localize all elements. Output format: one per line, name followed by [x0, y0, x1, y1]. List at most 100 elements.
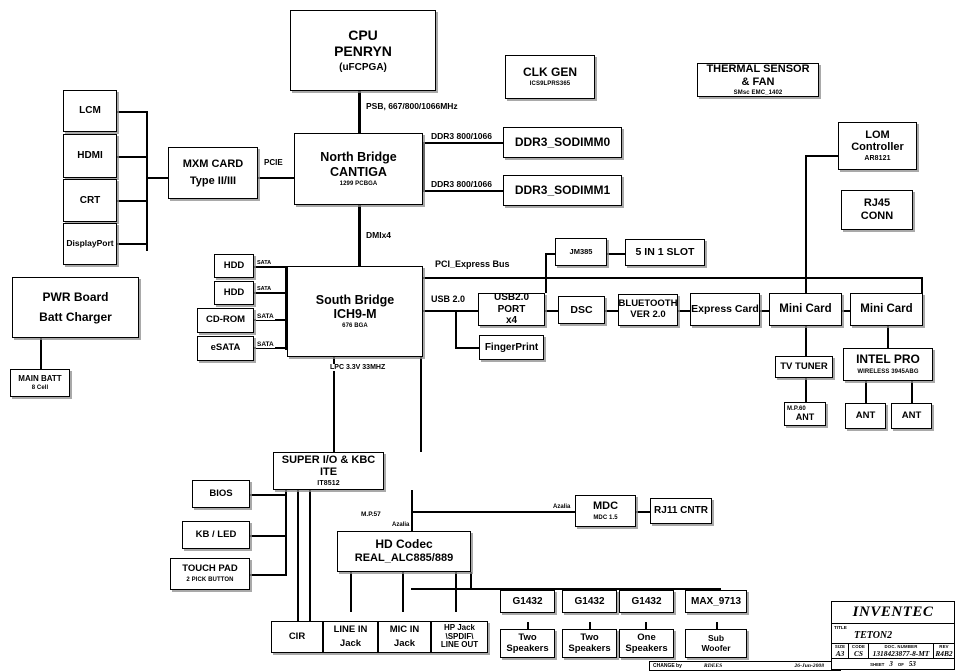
block-lom-controller[interactable]: LOM Controller AR8121: [838, 122, 917, 170]
block-super-io-line2: ITE: [319, 466, 338, 479]
wire-touchpad: [250, 574, 287, 576]
block-5-in-1-slot[interactable]: 5 IN 1 SLOT: [625, 239, 705, 266]
block-south-bridge-part: 676 BGA: [342, 323, 368, 330]
block-speakers-2[interactable]: Two Speakers: [562, 629, 617, 658]
block-amp-2[interactable]: G1432: [562, 590, 617, 613]
wire-bluetooth-expresscard: [678, 310, 690, 312]
block-hd-codec-line2: REAL_ALC885/889: [354, 552, 454, 565]
block-esata[interactable]: eSATA: [197, 336, 254, 361]
block-hdd-1-label: HDD: [223, 259, 245, 271]
block-mini-card-2[interactable]: Mini Card: [850, 293, 923, 326]
rev-cell: REV R4B2: [934, 644, 954, 658]
block-thermal-sensor[interactable]: THERMAL SENSOR & FAN SMsc EMC_1402: [697, 63, 819, 97]
block-south-bridge-line2: ICH9-M: [333, 307, 377, 322]
block-mdc[interactable]: MDC MDC 1.5: [575, 495, 636, 527]
block-mxm-line1: MXM CARD: [182, 158, 244, 171]
code-value: CS: [853, 649, 864, 658]
block-ant-tv-label: ANT: [795, 411, 815, 422]
block-kb-led[interactable]: KB / LED: [182, 521, 250, 549]
block-rj45-line2: CONN: [860, 210, 894, 222]
block-mic-in-jack[interactable]: MIC IN Jack: [378, 621, 431, 653]
block-express-card[interactable]: Express Card: [690, 293, 760, 326]
block-amp-3-label: G1432: [631, 595, 662, 607]
wire-codec-micin: [402, 572, 404, 612]
block-cir-jack[interactable]: CIR: [271, 621, 323, 653]
block-hp-jack[interactable]: HP Jack \SPDIF\ LINE OUT: [431, 621, 488, 653]
block-speakers-2-line1: Two: [580, 631, 599, 643]
block-amp-4[interactable]: MAX_9713: [685, 590, 747, 613]
block-speakers-3[interactable]: One Speakers: [619, 629, 674, 658]
block-rj11-cntr[interactable]: RJ11 CNTR: [650, 498, 712, 524]
block-hd-codec[interactable]: HD Codec REAL_ALC885/889: [337, 531, 471, 572]
block-cir-label: CIR: [288, 630, 306, 642]
wire-crt: [116, 200, 148, 202]
label-sata-4: SATA: [256, 341, 275, 348]
block-tv-tuner[interactable]: TV TUNER: [775, 356, 833, 378]
block-hdd-2[interactable]: HDD: [214, 281, 254, 305]
block-clk-gen[interactable]: CLK GEN ICS9LPRS365: [505, 55, 595, 99]
rev-value: R4B2: [935, 649, 953, 658]
block-usb20-port[interactable]: USB2.0 PORT x4: [478, 293, 545, 326]
block-cd-rom[interactable]: CD-ROM: [197, 308, 254, 333]
block-bluetooth[interactable]: BLUETOOTH VER 2.0: [618, 294, 678, 326]
block-ddr3-sodimm0[interactable]: DDR3_SODIMM0: [503, 127, 622, 158]
block-hdmi[interactable]: HDMI: [63, 134, 117, 178]
block-mxm-card[interactable]: MXM CARD Type II/III: [168, 147, 258, 199]
block-cpu[interactable]: CPU PENRYN (uFCPGA): [290, 10, 436, 91]
block-line-in-jack[interactable]: LINE IN Jack: [323, 621, 378, 653]
label-usb20: USB 2.0: [430, 294, 467, 304]
block-super-io-part: IT8512: [317, 480, 340, 488]
block-cpu-line3: (uFCPGA): [339, 62, 387, 74]
wire-ddr3-sodimm0: [423, 142, 503, 144]
wire-pcie-expresscard: [545, 277, 547, 293]
block-amp-1[interactable]: G1432: [500, 590, 555, 613]
block-mdc-part: MDC 1.5: [593, 514, 618, 521]
block-bios[interactable]: BIOS: [192, 480, 250, 508]
sheet-value: 3: [889, 660, 893, 668]
label-azalia-mdc: Azalia: [552, 504, 572, 510]
block-intel-pro[interactable]: INTEL PRO WIRELESS 3945ABG: [843, 348, 933, 381]
block-rj45-conn[interactable]: RJ45 CONN: [841, 190, 913, 230]
label-ddr3-a: DDR3 800/1066: [430, 131, 493, 141]
block-ant-right[interactable]: ANT: [891, 403, 932, 429]
block-ant-tv-tuner[interactable]: M.P.60 ANT: [784, 402, 826, 426]
wire-usb-trunk-h: [423, 310, 478, 312]
block-jm385[interactable]: JM385: [555, 238, 607, 266]
title-block: INVENTEC TITLE TETON2 SIZE A3 CODE CS DO…: [831, 601, 955, 670]
block-tv-tuner-label: TV TUNER: [780, 360, 828, 372]
wire-minicard1-minicard2: [842, 310, 850, 312]
block-cd-rom-label: CD-ROM: [205, 314, 246, 326]
block-ant-left[interactable]: ANT: [845, 403, 886, 429]
block-sub-woofer[interactable]: Sub Woofer: [685, 629, 747, 658]
block-hdd-1[interactable]: HDD: [214, 254, 254, 278]
block-lcm[interactable]: LCM: [63, 90, 117, 132]
block-pwr-board[interactable]: PWR Board Batt Charger: [12, 277, 139, 338]
wire-intelpro-ant-right: [911, 381, 913, 403]
wire-tvtuner-ant: [805, 378, 807, 402]
wire-lcm: [116, 111, 148, 113]
wire-dsc-bluetooth: [605, 310, 618, 312]
docnum-cell: DOC. NUMBER 1318423877-8-MT: [869, 644, 934, 658]
block-dsc[interactable]: DSC: [558, 296, 605, 324]
block-north-bridge[interactable]: North Bridge CANTIGA 1299 PCBGA: [294, 133, 423, 205]
block-usb20-port-line2: x4: [505, 315, 518, 326]
block-crt[interactable]: CRT: [63, 179, 117, 222]
block-mdc-label: MDC: [592, 500, 619, 513]
block-super-io-kbc[interactable]: SUPER I/O & KBC ITE IT8512: [273, 452, 384, 490]
block-displayport[interactable]: DisplayPort: [63, 223, 117, 265]
block-amp-3[interactable]: G1432: [619, 590, 674, 613]
wire-sb-superio-2: [420, 357, 422, 452]
block-fingerprint[interactable]: FingerPrint: [479, 335, 544, 360]
wire-bios: [250, 494, 287, 496]
block-ddr3-sodimm1[interactable]: DDR3_SODIMM1: [503, 175, 622, 206]
block-main-batt[interactable]: MAIN BATT 8 Cell: [10, 369, 70, 397]
block-express-card-label: Express Card: [691, 303, 759, 316]
label-azalia-codec: Azalia: [391, 522, 411, 528]
block-mini-card-1[interactable]: Mini Card: [769, 293, 842, 326]
block-5-in-1-label: 5 IN 1 SLOT: [635, 246, 695, 259]
of-value: 53: [908, 660, 916, 668]
block-touch-pad[interactable]: TOUCH PAD 2 PICK BUTTON: [170, 558, 250, 590]
block-speakers-1[interactable]: Two Speakers: [500, 629, 555, 658]
block-south-bridge[interactable]: South Bridge ICH9-M 676 BGA: [287, 266, 423, 357]
wire-codec-amps-drop: [470, 572, 472, 589]
